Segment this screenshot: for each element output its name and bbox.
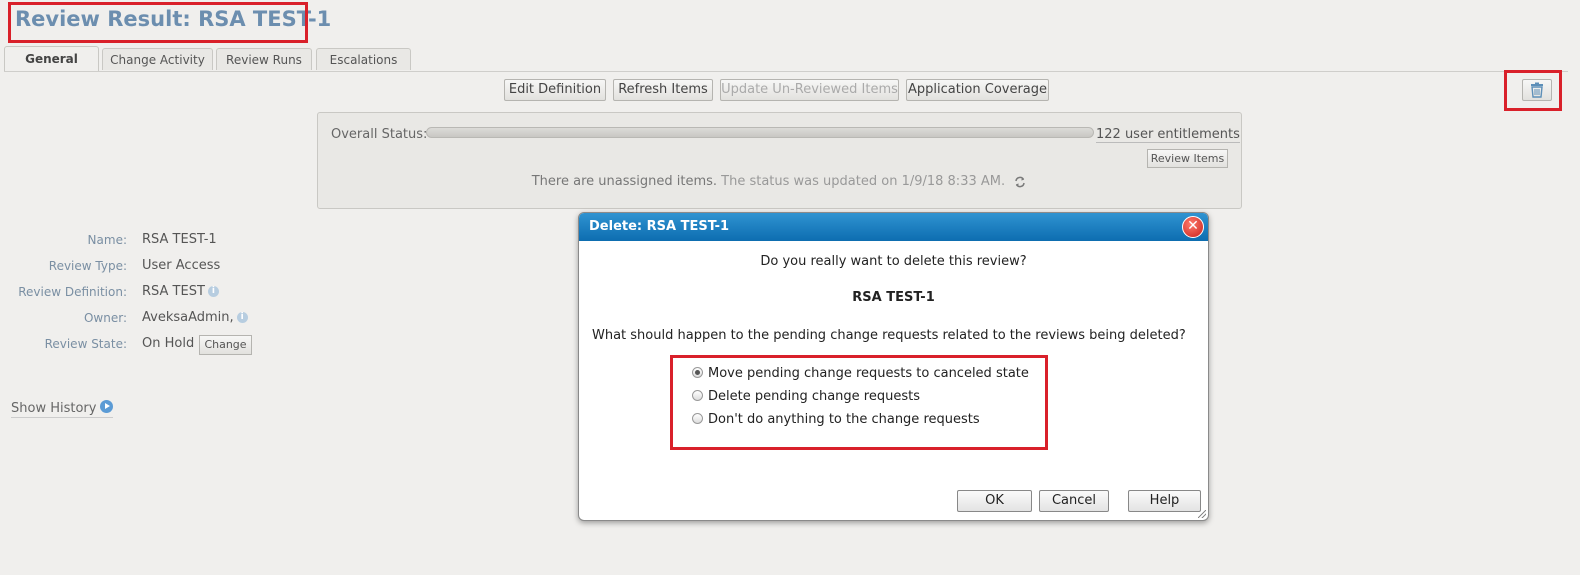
review-definition-label: Review Definition: xyxy=(18,285,127,299)
delete-question: Do you really want to delete this review… xyxy=(760,254,1027,269)
show-history-link[interactable]: Show History xyxy=(11,400,114,418)
update-unreviewed-button[interactable]: Update Un-Reviewed Items xyxy=(720,79,899,101)
highlight-options xyxy=(670,355,1048,450)
review-type-value: User Access xyxy=(142,258,221,273)
show-history-label: Show History xyxy=(11,401,97,416)
status-message: There are unassigned items. The status w… xyxy=(318,174,1241,189)
application-coverage-button[interactable]: Application Coverage xyxy=(906,79,1049,101)
owner-label: Owner: xyxy=(83,311,127,325)
close-icon[interactable]: ✕ xyxy=(1182,216,1204,238)
ok-button[interactable]: OK xyxy=(957,490,1032,512)
review-definition-value: RSA TEST i xyxy=(142,284,219,299)
pending-requests-question: What should happen to the pending change… xyxy=(592,328,1186,343)
status-panel: Overall Status: 122 user entitlements Re… xyxy=(317,112,1242,209)
highlight-delete xyxy=(1504,70,1562,111)
review-type-label: Review Type: xyxy=(48,259,127,273)
review-state-value: On Hold xyxy=(142,336,195,351)
status-updated-text: The status was updated on 1/9/18 8:33 AM… xyxy=(721,174,1006,189)
help-button[interactable]: Help xyxy=(1128,490,1201,512)
review-name: RSA TEST-1 xyxy=(852,290,935,305)
entitlements-link[interactable]: 122 user entitlements xyxy=(1096,127,1240,143)
overall-status-label: Overall Status: xyxy=(331,127,428,142)
review-items-button[interactable]: Review Items xyxy=(1147,149,1228,168)
info-icon[interactable]: i xyxy=(236,312,248,323)
owner-link[interactable]: AveksaAdmin, xyxy=(142,310,234,325)
name-label: Name: xyxy=(87,233,127,247)
info-icon[interactable]: i xyxy=(207,286,219,297)
highlight-title xyxy=(8,2,308,43)
expand-arrow-icon xyxy=(100,400,114,413)
tab-divider xyxy=(4,71,1568,72)
owner-value: AveksaAdmin, i xyxy=(142,310,248,325)
refresh-icon[interactable] xyxy=(1013,175,1027,189)
tab-general[interactable]: General xyxy=(4,46,99,72)
change-state-button[interactable]: Change xyxy=(199,335,252,355)
status-progress-bar xyxy=(426,127,1094,138)
refresh-items-button[interactable]: Refresh Items xyxy=(613,79,713,101)
review-definition-link[interactable]: RSA TEST xyxy=(142,284,205,299)
dialog-title: Delete: RSA TEST-1 xyxy=(579,213,1208,241)
tab-review-runs[interactable]: Review Runs xyxy=(216,48,312,70)
unassigned-text: There are unassigned items. xyxy=(531,174,718,189)
tab-change-activity[interactable]: Change Activity xyxy=(102,48,213,70)
name-value: RSA TEST-1 xyxy=(142,232,217,247)
tab-escalations[interactable]: Escalations xyxy=(316,48,411,70)
resize-grip-icon[interactable] xyxy=(1198,510,1206,518)
edit-definition-button[interactable]: Edit Definition xyxy=(504,79,606,101)
cancel-button[interactable]: Cancel xyxy=(1039,490,1109,512)
review-state-label: Review State: xyxy=(44,337,127,351)
